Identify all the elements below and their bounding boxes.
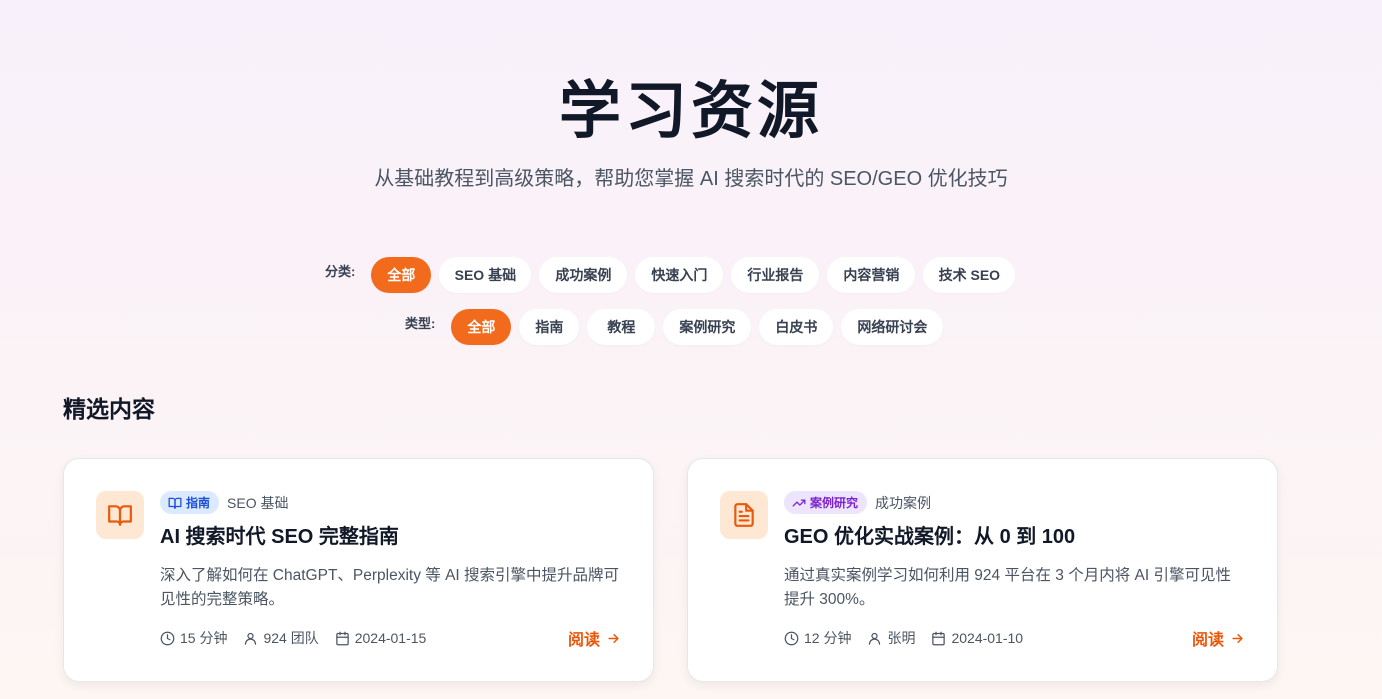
- date-text: 2024-01-15: [354, 630, 427, 646]
- author-text: 924 团队: [263, 630, 319, 646]
- card-title[interactable]: AI 搜索时代 SEO 完整指南: [160, 524, 630, 550]
- author-text: 张明: [887, 630, 916, 646]
- card-category: SEO 基础: [227, 494, 289, 511]
- file-text-icon: [720, 491, 768, 539]
- type-chip-webinar[interactable]: 网络研讨会: [841, 309, 944, 345]
- category-chip-quick-start[interactable]: 快速入门: [635, 257, 724, 293]
- user-icon: [243, 631, 258, 646]
- category-chip-content-marketing[interactable]: 内容营销: [827, 257, 916, 293]
- arrow-right-icon: [1230, 631, 1245, 646]
- book-open-icon: [96, 491, 144, 539]
- type-badge: 案例研究: [784, 491, 868, 514]
- read-link[interactable]: 阅读: [568, 626, 621, 650]
- card-description: 通过真实案例学习如何利用 924 平台在 3 个月内将 AI 引擎可见性提升 3…: [784, 567, 1231, 608]
- read-time-text: 15 分钟: [180, 630, 228, 646]
- category-filter-bar: 分类: 全部 SEO 基础 成功案例 快速入门 行业报告 内容营销 技术 SEO: [325, 257, 1016, 293]
- calendar-icon: [335, 631, 350, 646]
- learning-resources-page: 学习资源 从基础教程到高级策略，帮助您掌握 AI 搜索时代的 SEO/GEO 优…: [0, 0, 1382, 699]
- page-title: 学习资源: [558, 77, 823, 146]
- book-open-icon: [168, 496, 182, 510]
- type-chip-tutorial[interactable]: 教程: [587, 309, 656, 345]
- category-filter-label: 分类:: [325, 264, 356, 279]
- type-chip-all[interactable]: 全部: [451, 309, 512, 345]
- card-tags: 指南 SEO 基础: [160, 491, 288, 514]
- page-subtitle: 从基础教程到高级策略，帮助您掌握 AI 搜索时代的 SEO/GEO 优化技巧: [374, 168, 1008, 190]
- card-description: 深入了解如何在 ChatGPT、Perplexity 等 AI 搜索引擎中提升品…: [160, 567, 620, 608]
- clock-icon: [784, 631, 799, 646]
- type-badge-label: 指南: [186, 496, 211, 510]
- type-badge: 指南: [160, 491, 220, 514]
- card-title[interactable]: GEO 优化实战案例：从 0 到 100: [784, 524, 1254, 550]
- type-chip-guide[interactable]: 指南: [519, 309, 580, 345]
- author: 924 团队: [243, 628, 319, 648]
- category-chip-industry-reports[interactable]: 行业报告: [731, 257, 820, 293]
- card-footer: 15 分钟 924 团队 2024-01-15 阅读: [160, 627, 621, 649]
- card-tags: 案例研究 成功案例: [784, 491, 931, 514]
- clock-icon: [160, 631, 175, 646]
- author: 张明: [867, 628, 915, 648]
- type-chip-whitepaper[interactable]: 白皮书: [759, 309, 834, 345]
- publish-date: 2024-01-15: [335, 630, 427, 646]
- category-chip-technical-seo[interactable]: 技术 SEO: [923, 257, 1016, 293]
- read-time: 15 分钟: [160, 628, 227, 648]
- user-icon: [867, 631, 882, 646]
- type-filter-bar: 类型: 全部 指南 教程 案例研究 白皮书 网络研讨会: [405, 309, 944, 345]
- arrow-right-icon: [606, 631, 621, 646]
- read-link-label: 阅读: [1191, 632, 1224, 649]
- read-link[interactable]: 阅读: [1192, 626, 1245, 650]
- category-chip-success-cases[interactable]: 成功案例: [539, 257, 628, 293]
- featured-section-title: 精选内容: [63, 396, 155, 422]
- read-time: 12 分钟: [784, 628, 851, 648]
- read-link-label: 阅读: [567, 632, 600, 649]
- card-footer: 12 分钟 张明 2024-01-10 阅读: [784, 627, 1245, 649]
- category-chip-seo-basics[interactable]: SEO 基础: [439, 257, 532, 293]
- resource-card[interactable]: 指南 SEO 基础 AI 搜索时代 SEO 完整指南 深入了解如何在 ChatG…: [63, 458, 654, 682]
- type-chip-case-study[interactable]: 案例研究: [663, 309, 752, 345]
- date-text: 2024-01-10: [951, 630, 1024, 646]
- type-badge-label: 案例研究: [810, 496, 859, 510]
- calendar-icon: [931, 631, 946, 646]
- category-chip-all[interactable]: 全部: [371, 257, 432, 293]
- publish-date: 2024-01-10: [931, 630, 1023, 646]
- trending-up-icon: [792, 496, 806, 510]
- type-filter-label: 类型:: [405, 316, 436, 331]
- card-category: 成功案例: [875, 494, 932, 511]
- read-time-text: 12 分钟: [804, 630, 852, 646]
- resource-card[interactable]: 案例研究 成功案例 GEO 优化实战案例：从 0 到 100 通过真实案例学习如…: [687, 458, 1278, 682]
